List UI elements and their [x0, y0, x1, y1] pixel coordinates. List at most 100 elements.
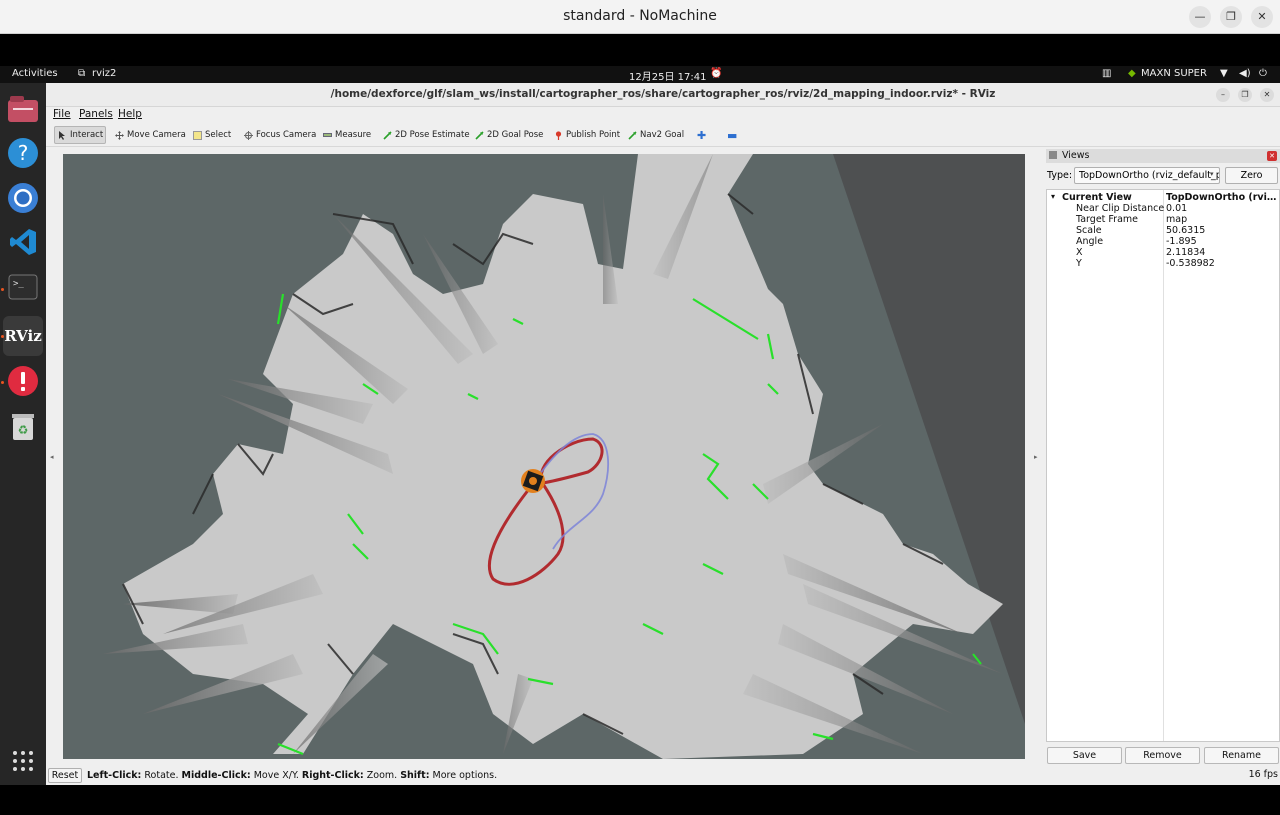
nomachine-title: standard - NoMachine	[563, 8, 717, 24]
collapse-left-arrow[interactable]: ◂	[50, 453, 54, 461]
menu-help[interactable]: Help	[118, 108, 142, 120]
rviz-minimize-button[interactable]: –	[1216, 88, 1230, 102]
tool-label: 2D Pose Estimate	[395, 130, 470, 140]
tool-focus-camera[interactable]: Focus Camera	[241, 126, 319, 144]
running-indicator	[1, 381, 4, 384]
focus-icon	[244, 130, 253, 140]
tool-label: Move Camera	[127, 130, 186, 140]
pose-estimate-icon	[383, 130, 392, 140]
chromium-icon[interactable]	[5, 180, 41, 216]
goal-pose-icon	[475, 130, 484, 140]
minimize-button[interactable]: —	[1189, 6, 1211, 28]
volume-icon[interactable]: ◀)	[1239, 68, 1251, 79]
rviz-titlebar: /home/dexforce/glf/slam_ws/install/carto…	[46, 83, 1280, 107]
render-view[interactable]	[63, 154, 1025, 759]
prop-value: map	[1166, 214, 1188, 225]
svg-text:>_: >_	[13, 279, 24, 289]
rviz-title: /home/dexforce/glf/slam_ws/install/carto…	[330, 88, 996, 100]
files-icon[interactable]	[5, 91, 41, 127]
power-mode[interactable]: MAXN SUPER	[1141, 68, 1207, 79]
app-menu[interactable]: rviz2	[92, 68, 116, 79]
software-updater-icon[interactable]	[5, 363, 41, 399]
chevron-down-icon: ▾	[1210, 170, 1214, 178]
svg-text:?: ?	[18, 141, 29, 165]
terminal-icon[interactable]: >_	[5, 269, 41, 305]
prop-row-current-view[interactable]: ▾ Current View TopDownOrtho (rviz_defaul…	[1047, 192, 1279, 203]
views-close-icon[interactable]: ✕	[1267, 151, 1277, 161]
tool-nav2-goal[interactable]: Nav2 Goal	[625, 126, 687, 144]
tool-2d-pose-estimate[interactable]: 2D Pose Estimate	[380, 126, 473, 144]
rename-view-button[interactable]: Rename	[1204, 747, 1279, 764]
expand-arrow-icon[interactable]: ▾	[1051, 192, 1055, 201]
prop-row-y[interactable]: Y -0.538982	[1047, 258, 1279, 269]
maximize-button[interactable]: ❐	[1220, 6, 1242, 28]
rviz-close-button[interactable]: ✕	[1260, 88, 1274, 102]
prop-key: Near Clip Distance	[1076, 203, 1165, 214]
network-status-icon[interactable]: ▥	[1102, 68, 1111, 79]
views-header-icon	[1049, 151, 1057, 159]
prop-value: TopDownOrtho (rviz_default_plugins)	[1166, 192, 1278, 203]
prop-value: -1.895	[1166, 236, 1197, 247]
cursor-icon	[58, 130, 67, 140]
rviz-maximize-button[interactable]: ❐	[1238, 88, 1252, 102]
views-title: Views	[1062, 150, 1090, 161]
menubar: File Panels Help	[46, 107, 1280, 123]
remove-tool-button[interactable]: ▬	[724, 126, 740, 144]
close-button[interactable]: ✕	[1251, 6, 1273, 28]
gnome-top-panel: Activities ⧉ rviz2 12月25日 17:41 ⏰ ▥ ◆ MA…	[0, 66, 1280, 83]
show-applications-icon[interactable]	[5, 743, 41, 779]
trash-icon[interactable]: ♻	[5, 409, 41, 445]
prop-key: Angle	[1076, 236, 1104, 247]
wifi-icon[interactable]: ▼	[1220, 68, 1228, 79]
tool-measure[interactable]: Measure	[320, 126, 374, 144]
nav-goal-icon	[628, 130, 637, 140]
prop-row-x[interactable]: X 2.11834	[1047, 247, 1279, 258]
tool-2d-goal-pose[interactable]: 2D Goal Pose	[472, 126, 546, 144]
running-indicator	[1, 335, 4, 338]
remote-letterbox	[0, 34, 1280, 66]
occupancy-map	[63, 154, 1025, 759]
hint-text: Zoom.	[363, 770, 401, 781]
tool-move-camera[interactable]: Move Camera	[112, 126, 189, 144]
view-type-select[interactable]: TopDownOrtho (rviz_default_plugins)	[1074, 167, 1220, 184]
hint-text: More options.	[429, 770, 498, 781]
clock[interactable]: 12月25日 17:41	[629, 68, 706, 83]
prop-key: X	[1076, 247, 1083, 258]
hint-text: Move X/Y.	[250, 770, 302, 781]
menu-panels[interactable]: Panels	[79, 108, 113, 120]
help-icon[interactable]: ?	[5, 135, 41, 171]
prop-row-angle[interactable]: Angle -1.895	[1047, 236, 1279, 247]
prop-key: Scale	[1076, 225, 1102, 236]
zero-button[interactable]: Zero	[1225, 167, 1278, 184]
collapse-right-arrow[interactable]: ▸	[1034, 453, 1038, 461]
views-panel-header: Views ✕	[1046, 149, 1280, 163]
views-panel: Views ✕ Type: TopDownOrtho (rviz_default…	[1046, 149, 1280, 767]
prop-row-target-frame[interactable]: Target Frame map	[1047, 214, 1279, 225]
tool-label: Interact	[70, 130, 104, 140]
rviz-icon[interactable]: RViz	[3, 316, 43, 356]
prop-value: 50.6315	[1166, 225, 1206, 236]
prop-key: Current View	[1062, 192, 1132, 203]
tool-label: Publish Point	[566, 130, 621, 140]
tool-label: Measure	[335, 130, 372, 140]
prop-row-scale[interactable]: Scale 50.6315	[1047, 225, 1279, 236]
activities-button[interactable]: Activities	[12, 68, 58, 79]
power-icon[interactable]: ⏻	[1259, 68, 1267, 79]
prop-key: Y	[1076, 258, 1082, 269]
add-tool-button[interactable]: ✚	[694, 126, 709, 144]
tool-interact[interactable]: Interact	[54, 126, 106, 144]
nomachine-titlebar: standard - NoMachine — ❐ ✕	[0, 0, 1280, 34]
save-view-button[interactable]: Save	[1047, 747, 1122, 764]
hint-key: Middle-Click:	[181, 770, 251, 781]
menu-file[interactable]: File	[53, 108, 71, 120]
remove-view-button[interactable]: Remove	[1125, 747, 1200, 764]
rviz-app-icon: ⧉	[78, 68, 86, 79]
tool-publish-point[interactable]: Publish Point	[551, 126, 623, 144]
prop-value: 0.01	[1166, 203, 1188, 214]
tool-select[interactable]: Select	[190, 126, 234, 144]
column-divider	[1163, 190, 1164, 741]
prop-row-near-clip[interactable]: Near Clip Distance 0.01	[1047, 203, 1279, 214]
nvidia-icon[interactable]: ◆	[1128, 68, 1136, 79]
vscode-icon[interactable]	[5, 224, 41, 260]
reset-button[interactable]: Reset	[48, 768, 82, 783]
